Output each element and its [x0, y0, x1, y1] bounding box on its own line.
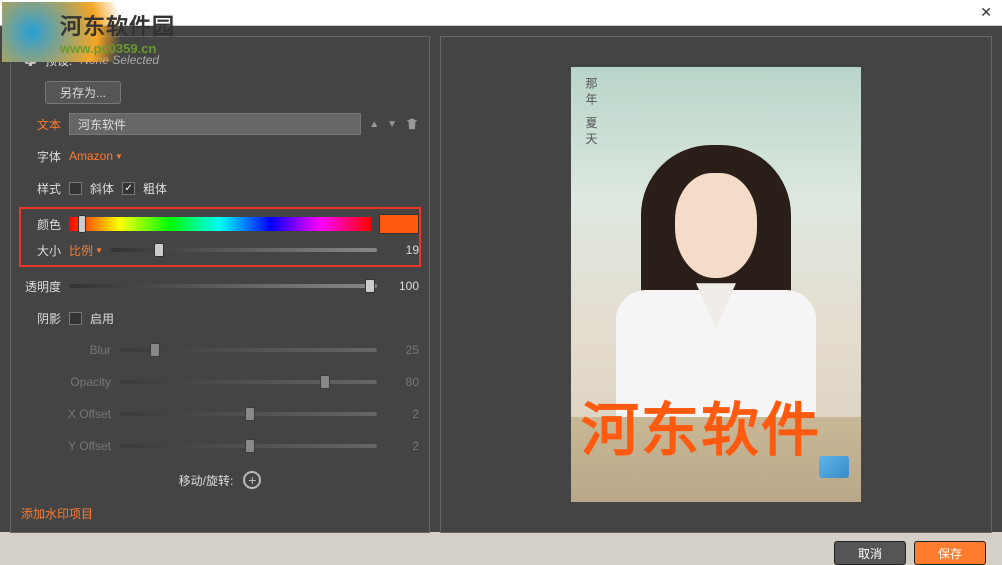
color-label: 颜色	[21, 216, 61, 233]
xoffset-label: X Offset	[21, 407, 111, 421]
portrait	[626, 145, 806, 405]
bold-label: 粗体	[143, 180, 167, 197]
size-value: 19	[385, 243, 419, 257]
gear-icon	[21, 52, 37, 68]
text-input[interactable]	[69, 113, 361, 135]
slider-handle[interactable]	[365, 279, 375, 293]
watermark-badge-icon	[819, 456, 849, 478]
hue-handle[interactable]	[78, 215, 86, 233]
chevron-down-icon: ▼	[95, 246, 103, 255]
shadow-enable-checkbox[interactable]	[69, 312, 82, 325]
bottom-bar: 取消 保存	[10, 541, 992, 565]
settings-panel: 预设: None Selected 另存为... 文本 ▲ ▼ 字体 Amazo…	[10, 36, 430, 533]
save-as-button[interactable]: 另存为...	[45, 81, 121, 104]
xoffset-slider[interactable]	[119, 412, 377, 416]
move-rotate-label: 移动/旋转:	[179, 472, 234, 489]
shadow-label: 阴影	[21, 310, 61, 327]
opacity2-slider[interactable]	[119, 380, 377, 384]
slider-handle[interactable]	[150, 343, 160, 357]
watermark-text: 河东软件	[581, 383, 821, 467]
style-label: 样式	[21, 180, 61, 197]
size-slider[interactable]	[111, 248, 377, 252]
opacity2-label: Opacity	[21, 375, 111, 389]
save-button[interactable]: 保存	[914, 541, 986, 565]
yoffset-slider[interactable]	[119, 444, 377, 448]
opacity-slider[interactable]	[69, 284, 377, 288]
opacity-label: 透明度	[21, 278, 61, 295]
opacity2-value: 80	[385, 375, 419, 389]
xoffset-value: 2	[385, 407, 419, 421]
preview-panel: 那年 夏天 河东软件	[440, 36, 992, 533]
size-mode-dropdown[interactable]: 比例▼	[69, 242, 103, 259]
slider-handle[interactable]	[154, 243, 164, 257]
font-label: 字体	[21, 148, 61, 165]
app-icon	[6, 8, 16, 18]
size-label: 大小	[21, 242, 61, 259]
slider-handle[interactable]	[320, 375, 330, 389]
preview-image: 那年 夏天 河东软件	[571, 67, 861, 502]
italic-checkbox[interactable]	[69, 182, 82, 195]
yoffset-value: 2	[385, 439, 419, 453]
slider-handle[interactable]	[245, 407, 255, 421]
slider-handle[interactable]	[245, 439, 255, 453]
window-title: 编辑水印	[20, 4, 68, 21]
shadow-enable-label: 启用	[90, 310, 114, 327]
trash-icon[interactable]	[405, 117, 419, 131]
opacity-value: 100	[385, 279, 419, 293]
blur-label: Blur	[21, 343, 111, 357]
down-icon[interactable]: ▼	[387, 119, 397, 130]
titlebar: 编辑水印 ✕	[0, 0, 1002, 26]
up-icon[interactable]: ▲	[369, 119, 379, 130]
chevron-down-icon: ▼	[115, 152, 123, 161]
add-watermark-item[interactable]: 添加水印项目	[21, 505, 419, 522]
italic-label: 斜体	[90, 180, 114, 197]
close-icon[interactable]: ✕	[976, 4, 996, 21]
font-dropdown[interactable]: Amazon▼	[69, 149, 123, 163]
preset-value: None Selected	[80, 53, 159, 67]
bold-checkbox[interactable]: ✓	[122, 182, 135, 195]
yoffset-label: Y Offset	[21, 439, 111, 453]
color-swatch[interactable]	[379, 214, 419, 234]
blur-value: 25	[385, 343, 419, 357]
hue-slider[interactable]	[69, 217, 371, 231]
preset-label: 预设:	[45, 52, 72, 69]
preview-vertical-text: 那年 夏天	[583, 77, 600, 148]
text-label: 文本	[21, 116, 61, 133]
add-transform-icon[interactable]: +	[243, 471, 261, 489]
cancel-button[interactable]: 取消	[834, 541, 906, 565]
blur-slider[interactable]	[119, 348, 377, 352]
